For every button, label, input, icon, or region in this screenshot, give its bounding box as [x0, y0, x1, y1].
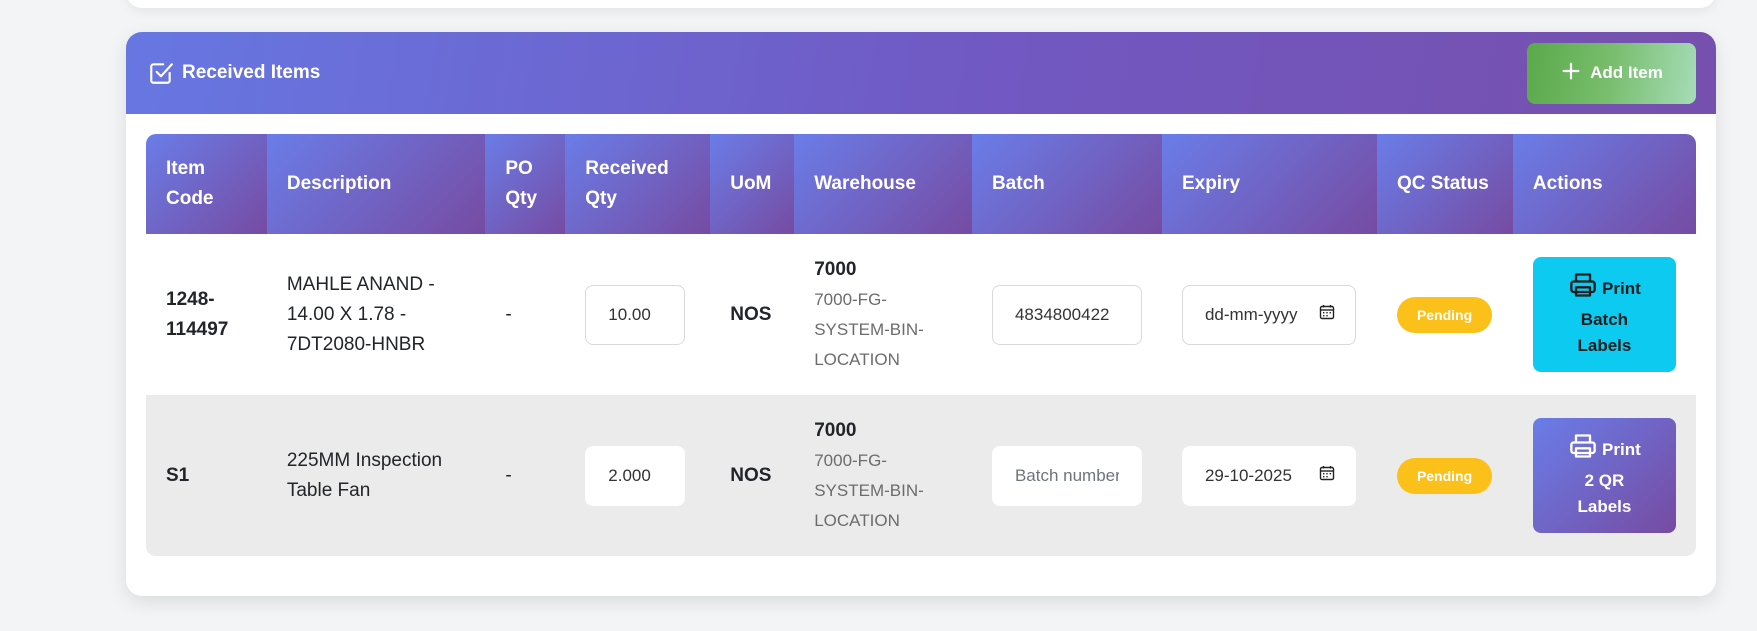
batch-input[interactable]: [991, 445, 1142, 506]
qc-status-cell: Pending: [1376, 234, 1513, 395]
batch-input[interactable]: [991, 284, 1142, 345]
received-qty-input[interactable]: [585, 445, 686, 506]
previous-card: [126, 0, 1716, 8]
print-button-label-line2: 2 QR: [1584, 470, 1625, 490]
received-items-table: Item Code Description PO Qty Received Qt…: [146, 134, 1696, 556]
status-badge: Pending: [1396, 457, 1493, 494]
actions-cell: Print Batch Labels: [1512, 234, 1696, 395]
col-header-qc-status: QC Status: [1376, 134, 1513, 234]
print-button-line1: Print: [1568, 432, 1641, 468]
expiry-cell: 29-10-2025: [1161, 395, 1377, 556]
add-item-button[interactable]: Add Item: [1527, 42, 1696, 104]
printer-icon: [1568, 432, 1598, 468]
warehouse-code: 7000: [814, 258, 857, 280]
col-header-actions: Actions: [1512, 134, 1696, 234]
expiry-date-value: dd-mm-yyyy: [1204, 304, 1298, 324]
card-title-text: Received Items: [182, 62, 321, 83]
warehouse-code: 7000: [814, 419, 857, 441]
received-qty-input[interactable]: [585, 284, 686, 345]
plus-icon: [1560, 60, 1582, 87]
batch-cell: [971, 395, 1162, 556]
add-item-label: Add Item: [1590, 63, 1663, 82]
item-code-cell: S1: [146, 395, 267, 556]
warehouse-location: 7000-FG-SYSTEM-BIN-LOCATION: [814, 289, 924, 369]
uom-cell: NOS: [710, 234, 795, 395]
card-header: Received Items Add Item: [126, 32, 1716, 114]
received-qty-cell: [565, 234, 711, 395]
print-button-label: Print: [1602, 439, 1641, 459]
table-row: S1 225MM Inspection Table Fan - NOS 7000…: [146, 395, 1696, 556]
expiry-date-input[interactable]: dd-mm-yyyy: [1181, 284, 1356, 345]
table-header-row: Item Code Description PO Qty Received Qt…: [146, 134, 1696, 234]
print-batch-labels-button[interactable]: Print Batch Labels: [1532, 257, 1676, 372]
calendar-icon[interactable]: [1319, 300, 1335, 330]
received-items-card: Received Items Add Item Item Code Descri…: [126, 32, 1716, 596]
col-header-po-qty: PO Qty: [485, 134, 566, 234]
col-header-batch: Batch: [971, 134, 1162, 234]
calendar-icon[interactable]: [1319, 461, 1335, 491]
print-button-label-line2: Batch: [1580, 309, 1629, 329]
warehouse-location: 7000-FG-SYSTEM-BIN-LOCATION: [814, 450, 924, 530]
warehouse-cell: 7000 7000-FG-SYSTEM-BIN-LOCATION: [794, 395, 972, 556]
expiry-cell: dd-mm-yyyy: [1161, 234, 1377, 395]
po-qty-cell: -: [485, 395, 566, 556]
status-badge: Pending: [1396, 296, 1493, 333]
po-qty-cell: -: [485, 234, 566, 395]
description-cell: MAHLE ANAND - 14.00 X 1.78 - 7DT2080-HNB…: [266, 234, 486, 395]
warehouse-cell: 7000 7000-FG-SYSTEM-BIN-LOCATION: [794, 234, 972, 395]
print-button-label-line3: Labels: [1577, 335, 1632, 355]
received-qty-cell: [565, 395, 711, 556]
uom-cell: NOS: [710, 395, 795, 556]
col-header-description: Description: [266, 134, 486, 234]
batch-cell: [971, 234, 1162, 395]
table-row: 1248-114497 MAHLE ANAND - 14.00 X 1.78 -…: [146, 234, 1696, 395]
col-header-received-qty: Received Qty: [565, 134, 711, 234]
print-button-label: Print: [1602, 278, 1641, 298]
col-header-warehouse: Warehouse: [794, 134, 972, 234]
item-code-cell: 1248-114497: [146, 234, 267, 395]
received-items-table-wrap: Item Code Description PO Qty Received Qt…: [146, 134, 1696, 556]
print-button-line1: Print: [1568, 271, 1641, 307]
card-title: Received Items: [148, 60, 320, 86]
col-header-expiry: Expiry: [1161, 134, 1377, 234]
actions-cell: Print 2 QR Labels: [1512, 395, 1696, 556]
qc-status-cell: Pending: [1376, 395, 1513, 556]
expiry-date-value: 29-10-2025: [1204, 465, 1292, 485]
expiry-date-input[interactable]: 29-10-2025: [1181, 445, 1356, 506]
description-cell: 225MM Inspection Table Fan: [266, 395, 486, 556]
print-qr-labels-button[interactable]: Print 2 QR Labels: [1532, 418, 1676, 533]
print-button-label-line3: Labels: [1577, 496, 1632, 516]
col-header-uom: UoM: [710, 134, 795, 234]
col-header-item-code: Item Code: [146, 134, 267, 234]
printer-icon: [1568, 271, 1598, 307]
check-square-icon: [148, 60, 174, 86]
